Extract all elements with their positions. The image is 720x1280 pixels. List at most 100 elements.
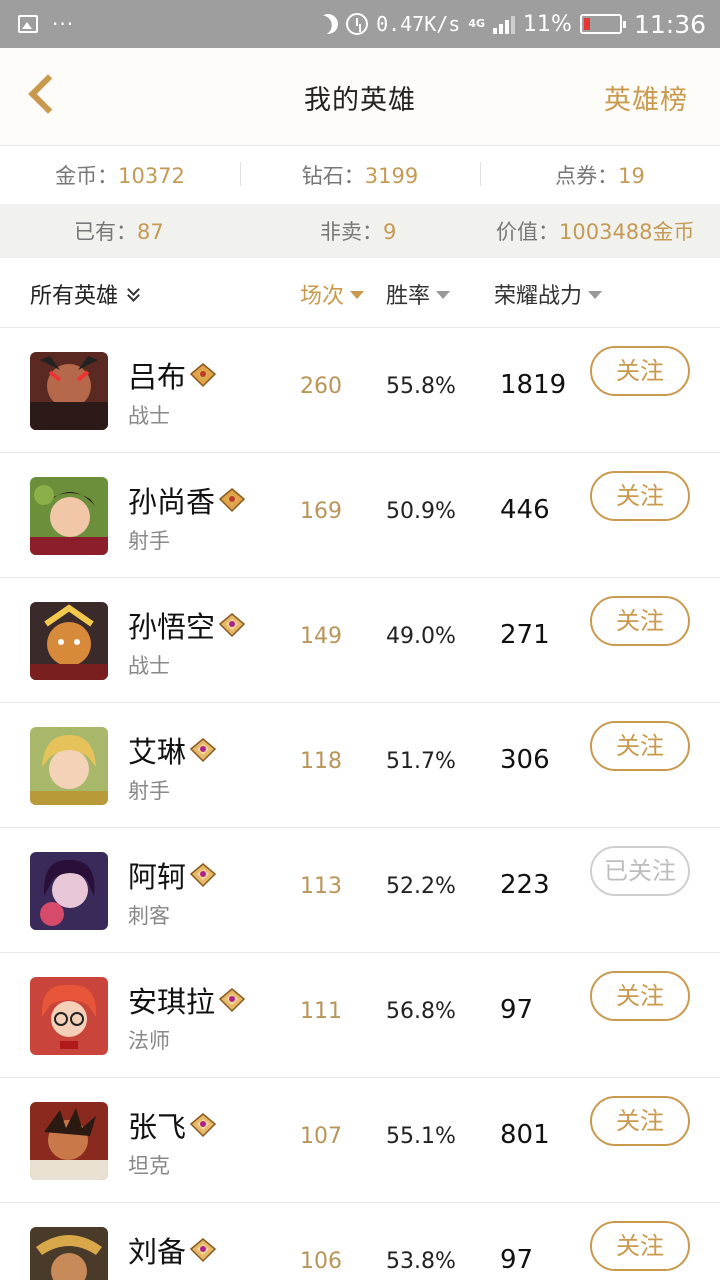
- games-played: 118: [300, 749, 342, 774]
- hero-name: 张飞: [128, 1104, 218, 1146]
- status-right: 0.47K/s 4G 11% 11:36: [318, 8, 706, 40]
- rank-gem-icon: [218, 988, 246, 1013]
- sort-glory-power[interactable]: 荣耀战力: [494, 278, 603, 310]
- hero-avatar: [30, 477, 108, 555]
- hero-row[interactable]: 阿轲 刺客 113 52.2% 223 已关注: [0, 828, 720, 953]
- games-played: 107: [300, 1124, 342, 1149]
- hero-role: 战士: [128, 1275, 170, 1280]
- follow-button[interactable]: 关注: [590, 1221, 690, 1271]
- network-type: 4G: [468, 17, 486, 30]
- follow-button[interactable]: 关注: [590, 721, 690, 771]
- voucher-balance: 点券：19: [480, 160, 720, 190]
- hero-name-text: 张飞: [128, 1110, 187, 1144]
- win-rate: 56.8%: [386, 999, 456, 1024]
- win-rate: 55.1%: [386, 1124, 456, 1149]
- glory-power: 446: [500, 495, 550, 525]
- hero-name-text: 阿轲: [128, 860, 187, 894]
- worth-label: 价值：: [496, 220, 559, 244]
- games-played: 111: [300, 999, 342, 1024]
- followed-button[interactable]: 已关注: [590, 846, 690, 896]
- owned-label: 已有：: [74, 220, 137, 244]
- hero-role: 射手: [128, 779, 170, 803]
- win-rate: 55.8%: [386, 374, 456, 399]
- hero-name-text: 安琪拉: [128, 985, 216, 1019]
- glory-power: 306: [500, 745, 550, 775]
- glory-power: 271: [500, 620, 550, 650]
- glory-power: 97: [500, 1245, 534, 1275]
- caret-down-icon: [436, 291, 451, 299]
- glory-power: 97: [500, 995, 534, 1025]
- hero-ranking-link[interactable]: 英雄榜: [604, 78, 688, 117]
- more-dots-icon: ···: [52, 12, 75, 36]
- win-rate: 51.7%: [386, 749, 456, 774]
- filter-all-heroes[interactable]: 所有英雄: [30, 278, 142, 310]
- hero-row[interactable]: 孙悟空 战士 149 49.0% 271 关注: [0, 578, 720, 703]
- sort-games[interactable]: 场次: [300, 278, 365, 310]
- follow-button[interactable]: 关注: [590, 471, 690, 521]
- hero-role: 坦克: [128, 1154, 170, 1178]
- win-rate: 52.2%: [386, 874, 456, 899]
- hero-name: 孙尚香: [128, 479, 247, 521]
- games-played: 113: [300, 874, 342, 899]
- win-rate: 53.8%: [386, 1249, 456, 1274]
- moon-icon: [314, 10, 341, 37]
- hero-role: 刺客: [128, 904, 170, 928]
- hero-row[interactable]: 吕布 战士 260 55.8% 1819 关注: [0, 328, 720, 453]
- glory-power: 223: [500, 870, 550, 900]
- battery-percent: 11%: [523, 11, 572, 37]
- hero-avatar: [30, 977, 108, 1055]
- hero-row[interactable]: 安琪拉 法师 111 56.8% 97 关注: [0, 953, 720, 1078]
- hero-avatar: [30, 1227, 108, 1280]
- sort-win-rate[interactable]: 胜率: [386, 278, 451, 310]
- hero-stats-bar: 已有：87 非卖：9 价值：1003488金币: [0, 204, 720, 258]
- image-icon: [18, 15, 38, 33]
- hero-name-text: 孙尚香: [128, 485, 216, 519]
- hero-role: 战士: [128, 654, 170, 678]
- sort-games-label: 场次: [300, 284, 345, 309]
- caret-down-icon: [350, 291, 365, 299]
- follow-button[interactable]: 关注: [590, 346, 690, 396]
- rank-gem-icon: [218, 488, 246, 513]
- win-rate: 49.0%: [386, 624, 456, 649]
- hero-avatar: [30, 602, 108, 680]
- clock-time: 11:36: [633, 9, 706, 39]
- currency-bar: 金币：10372 钻石：3199 点券：19: [0, 146, 720, 204]
- hero-name: 阿轲: [128, 854, 218, 896]
- hero-avatar: [30, 727, 108, 805]
- hero-avatar: [30, 352, 108, 430]
- diamond-balance: 钻石：3199: [240, 160, 480, 190]
- caret-down-icon: [588, 291, 603, 299]
- status-bar: ··· 0.47K/s 4G 11% 11:36: [0, 0, 720, 48]
- follow-button[interactable]: 关注: [590, 1096, 690, 1146]
- follow-button[interactable]: 关注: [590, 971, 690, 1021]
- hero-row[interactable]: 艾琳 射手 118 51.7% 306 关注: [0, 703, 720, 828]
- hero-row[interactable]: 刘备 战士 106 53.8% 97 关注: [0, 1203, 720, 1280]
- games-played: 169: [300, 499, 342, 524]
- double-chevron-down-icon: [126, 286, 142, 302]
- nonsale-count: 非卖：9: [320, 216, 396, 246]
- rank-gem-icon: [218, 613, 246, 638]
- games-played: 106: [300, 1249, 342, 1274]
- hero-name-text: 孙悟空: [128, 610, 216, 644]
- hero-name: 刘备: [128, 1229, 218, 1271]
- hero-name-text: 刘备: [128, 1235, 187, 1269]
- diamond-label: 钻石：: [301, 164, 365, 188]
- rank-gem-icon: [189, 1113, 217, 1138]
- hero-list: 吕布 战士 260 55.8% 1819 关注 孙尚香 射手 169 50.9%…: [0, 328, 720, 1280]
- worth-value: 1003488金币: [559, 220, 695, 244]
- diamond-value: 3199: [364, 164, 419, 188]
- follow-button[interactable]: 关注: [590, 596, 690, 646]
- hero-name: 艾琳: [128, 729, 218, 771]
- gold-label: 金币：: [55, 164, 119, 188]
- gold-balance: 金币：10372: [0, 160, 240, 190]
- gold-value: 10372: [118, 164, 185, 188]
- win-rate: 50.9%: [386, 499, 456, 524]
- hero-row[interactable]: 张飞 坦克 107 55.1% 801 关注: [0, 1078, 720, 1203]
- hero-row[interactable]: 孙尚香 射手 169 50.9% 446 关注: [0, 453, 720, 578]
- sort-win-rate-label: 胜率: [386, 284, 431, 309]
- games-played: 149: [300, 624, 342, 649]
- filter-all-heroes-label: 所有英雄: [30, 284, 119, 309]
- alarm-icon: [346, 13, 369, 35]
- owned-value: 87: [137, 220, 164, 244]
- hero-role: 战士: [128, 404, 170, 428]
